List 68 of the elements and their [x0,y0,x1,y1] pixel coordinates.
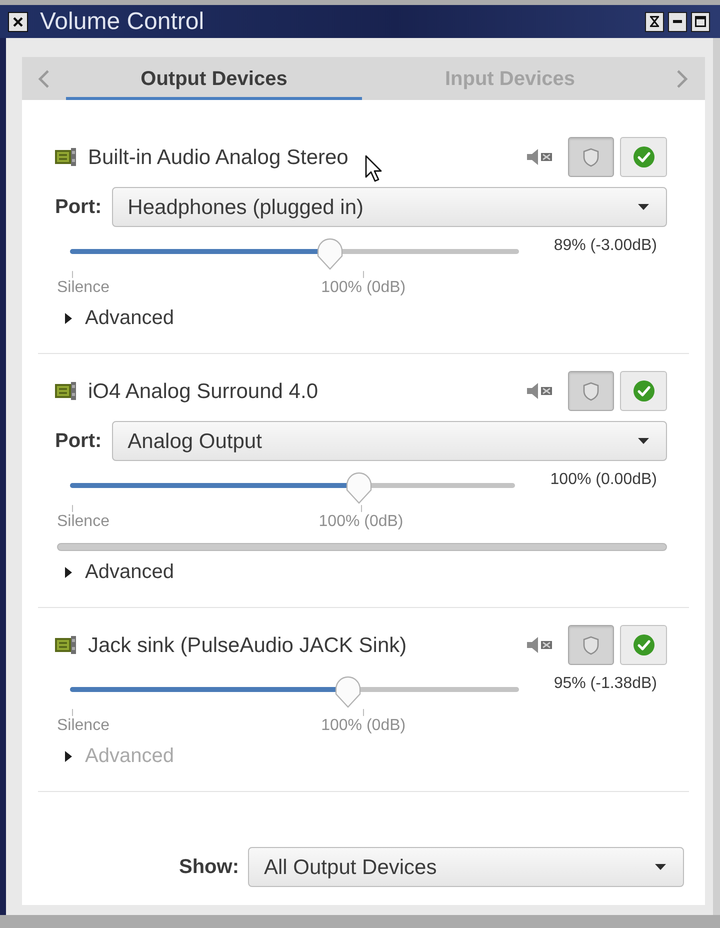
scale-tick [361,505,362,512]
scale-tick [72,271,73,278]
check-toggle[interactable] [620,371,667,411]
advanced-expander[interactable]: Advanced [65,561,174,583]
scale-label: 100% (0dB) [321,279,406,297]
device-name: iO4 Analog Surround 4.0 [88,380,318,402]
close-icon [13,16,23,26]
advanced-expander[interactable]: Advanced [65,307,174,329]
shade-button[interactable] [645,12,664,32]
caret-icon [65,750,72,762]
speaker-icon[interactable] [527,149,552,165]
slider-thumb[interactable] [344,471,374,505]
volume-slider[interactable] [70,237,519,271]
volume-slider[interactable] [70,675,519,709]
volume-reading: 95% (-1.38dB) [554,675,657,693]
show-dropdown[interactable]: All Output Devices [248,847,684,887]
port-label: Port: [55,431,102,451]
port-dropdown[interactable]: Analog Output [112,421,667,461]
scale-label: Silence [57,513,110,531]
check-circle-icon [632,634,654,656]
volume-reading: 100% (0.00dB) [550,471,657,489]
shield-toggle[interactable] [568,371,614,411]
scale-label: Silence [57,279,110,297]
caret-icon [65,566,72,578]
speaker-icon[interactable] [527,383,552,399]
slider-thumb[interactable] [315,237,346,271]
shield-toggle[interactable] [568,625,614,665]
check-circle-icon [632,380,654,402]
volume-slider[interactable] [70,471,516,505]
port-label: Port: [55,197,102,217]
volume-reading: 89% (-3.00dB) [554,237,657,255]
caret-icon [65,312,72,324]
check-toggle[interactable] [620,625,667,665]
sound-card-icon [55,636,76,654]
show-label: Show: [179,857,239,877]
caret-down-icon [638,204,649,210]
caret-down-icon [638,438,649,444]
mouse-cursor-icon [365,155,383,183]
scale-tick [363,709,364,716]
port-dropdown[interactable]: Headphones (plugged in) [112,187,667,227]
device-name: Built-in Audio Analog Stereo [88,146,348,168]
shield-icon [583,636,599,654]
slider-thumb[interactable] [333,675,364,709]
window-title: Volume Control [40,10,204,34]
sound-card-icon [55,148,76,166]
shield-toggle[interactable] [568,137,614,177]
hourglass-icon [650,16,659,27]
sound-card-icon [55,382,76,400]
maximize-icon [695,16,706,27]
scale-tick [72,709,73,716]
maximize-button[interactable] [691,12,710,32]
close-button[interactable] [8,12,28,32]
scale-tick [363,271,364,278]
chevron-right-icon[interactable] [676,68,688,88]
device-name: Jack sink (PulseAudio JACK Sink) [88,634,407,656]
shield-icon [583,382,599,400]
scale-tick [72,505,73,512]
chevron-left-icon[interactable] [38,68,50,88]
shield-icon [583,148,599,166]
speaker-icon[interactable] [527,637,552,653]
scale-label: 100% (0dB) [318,513,404,531]
scale-label: 100% (0dB) [321,717,406,735]
caret-down-icon [655,864,666,870]
minimize-button[interactable] [668,12,687,32]
check-circle-icon [632,146,654,168]
scale-label: Silence [57,717,110,735]
check-toggle[interactable] [620,137,667,177]
minimize-icon [673,20,682,23]
